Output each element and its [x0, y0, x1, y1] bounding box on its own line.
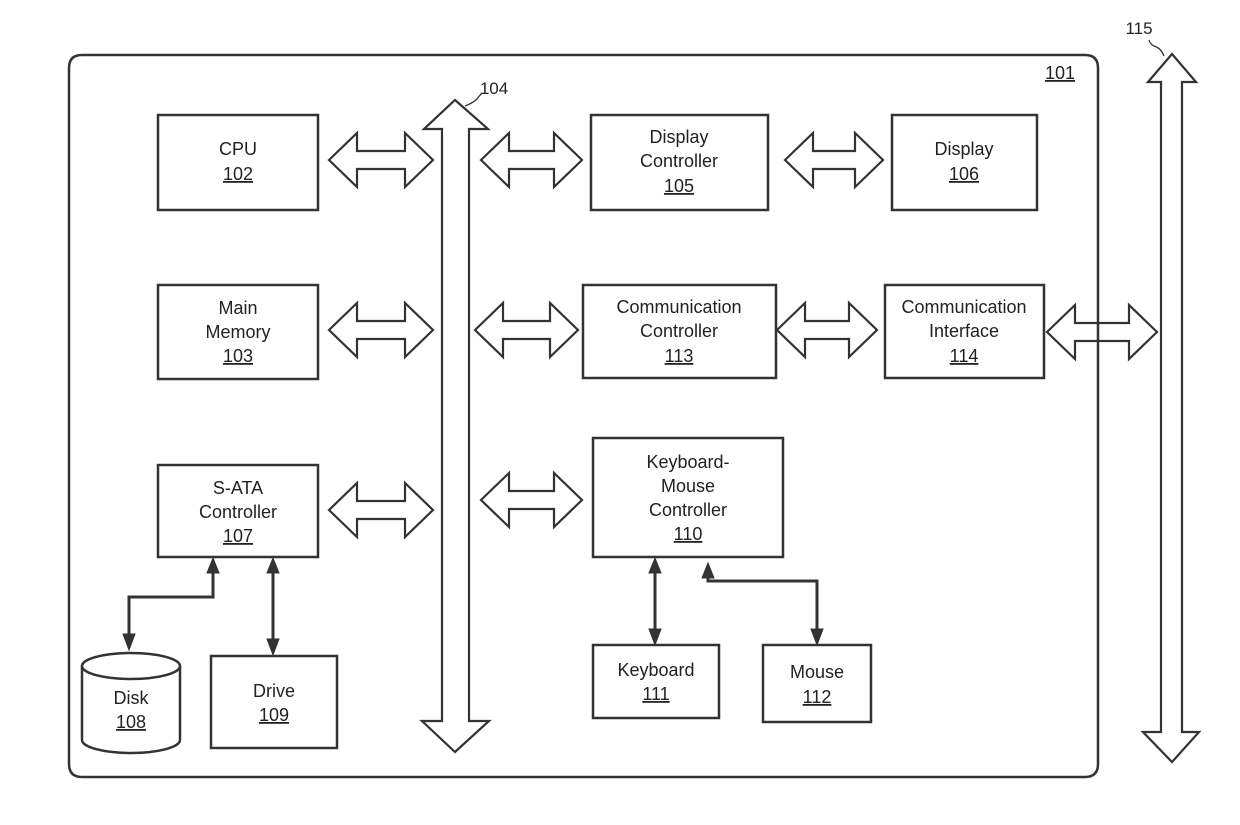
communication-interface-ref: 114: [950, 346, 979, 366]
internal-bus-arrow: [419, 98, 492, 754]
mouse-ref: 112: [803, 687, 832, 707]
keyboard-ref: 111: [642, 684, 669, 704]
disk-label: Disk: [114, 688, 150, 708]
display-ref: 106: [949, 164, 979, 184]
drive-block: Drive 109: [209, 654, 339, 750]
display-label: Display: [934, 139, 993, 159]
main-memory-label-1: Main: [218, 298, 257, 318]
mouse-block: Mouse 112: [761, 643, 873, 724]
main-memory-label-2: Memory: [205, 322, 270, 342]
disk-ref: 108: [116, 712, 146, 732]
communication-controller-label-1: Communication: [616, 297, 741, 317]
cpu-ref: 102: [223, 164, 253, 184]
display-controller-label-2: Controller: [640, 151, 718, 171]
main-memory-block: Main Memory 103: [156, 283, 320, 381]
communication-interface-label-1: Communication: [901, 297, 1026, 317]
kmc-to-mouse-connector: [701, 561, 824, 647]
communication-controller-ref: 113: [665, 346, 694, 366]
bus-display-controller-arrow: [479, 130, 584, 190]
display-controller-block: Display Controller 105: [589, 113, 770, 212]
drive-ref: 109: [259, 705, 289, 725]
mouse-label: Mouse: [790, 662, 844, 682]
main-memory-ref: 103: [223, 346, 253, 366]
sata-controller-ref: 107: [223, 526, 253, 546]
sata-bus-arrow: [327, 480, 435, 540]
keyboard-mouse-controller-label-3: Controller: [649, 500, 727, 520]
communication-interface-block: Communication Interface 114: [883, 283, 1046, 380]
memory-bus-arrow: [327, 300, 435, 360]
keyboard-mouse-controller-label-2: Mouse: [661, 476, 715, 496]
keyboard-mouse-controller-block: Keyboard- Mouse Controller 110: [591, 436, 785, 559]
display-controller-ref: 105: [664, 176, 694, 196]
sata-to-disk-connector: [122, 556, 220, 652]
drive-label: Drive: [253, 681, 295, 701]
cpu-block: CPU 102: [156, 113, 320, 212]
external-bus-arrow: [1140, 52, 1202, 764]
keyboard-block: Keyboard 111: [591, 643, 721, 720]
communication-controller-label-2: Controller: [640, 321, 718, 341]
sata-controller-block: S-ATA Controller 107: [156, 463, 320, 559]
external-bus-ref: 115: [1125, 19, 1152, 38]
computer-system-diagram: 101 104 115 CPU 102 Main Memory 103 S-AT…: [67, 19, 1202, 779]
disk-block: Disk 108: [80, 651, 182, 755]
communication-controller-block: Communication Controller 113: [581, 283, 778, 380]
display-controller-display-arrow: [783, 130, 885, 190]
sata-controller-label-1: S-ATA: [213, 478, 263, 498]
internal-bus-ref: 104: [480, 79, 508, 98]
external-bus-leader: [1148, 39, 1165, 57]
sata-to-drive-connector: [266, 556, 280, 657]
system-ref: 101: [1045, 63, 1075, 83]
bus-communication-controller-arrow: [473, 300, 580, 360]
display-controller-label-1: Display: [649, 127, 708, 147]
keyboard-mouse-controller-ref: 110: [674, 524, 703, 544]
keyboard-mouse-controller-label-1: Keyboard-: [646, 452, 729, 472]
communication-interface-external-bus-arrow: [1045, 302, 1159, 362]
cpu-bus-arrow: [327, 130, 435, 190]
keyboard-label: Keyboard: [617, 660, 694, 680]
bus-keyboard-mouse-controller-arrow: [479, 470, 584, 530]
kmc-to-keyboard-connector: [648, 556, 662, 647]
communication-interface-label-2: Interface: [929, 321, 999, 341]
display-block: Display 106: [890, 113, 1039, 212]
sata-controller-label-2: Controller: [199, 502, 277, 522]
communication-controller-interface-arrow: [775, 300, 879, 360]
cpu-label: CPU: [219, 139, 257, 159]
